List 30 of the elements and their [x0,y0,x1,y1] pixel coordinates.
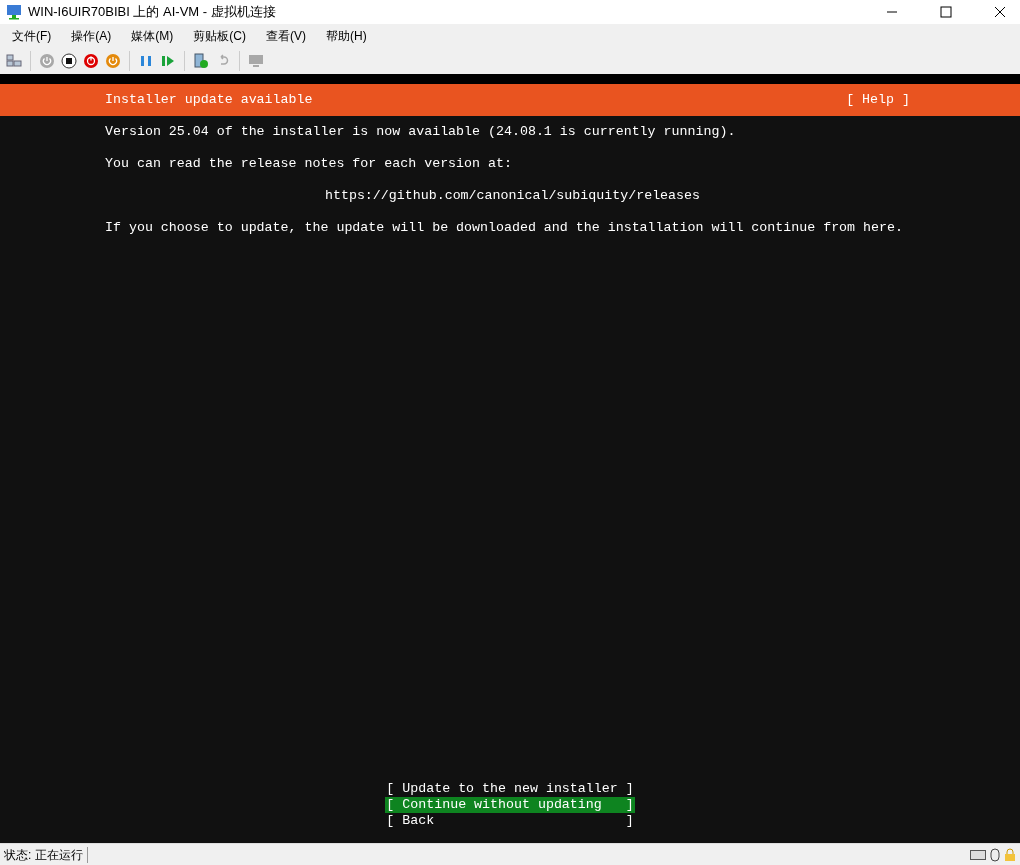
option-button[interactable]: [ Back ] [385,813,635,829]
close-icon[interactable] [994,6,1006,18]
menu-item[interactable]: 查看(V) [266,27,306,45]
menu-item[interactable]: 操作(A) [71,27,112,45]
body-text: https://github.com/canonical/subiquity/releases [324,188,700,204]
checkpoint-icon[interactable] [193,53,209,69]
window-title: WIN-I6UIR70BIBI 上的 AI-VM - 虚拟机连接 [28,3,276,22]
power-icon[interactable] [105,53,121,69]
power-icon[interactable] [83,53,99,69]
header-title: Installer update available [105,91,313,110]
body-text: You can read the release notes for each version at: [105,156,512,172]
menu-item[interactable]: 帮助(H) [326,27,367,45]
lock-icon [1004,847,1016,862]
ctrl-alt-del-icon[interactable] [6,53,22,69]
menu-item[interactable]: 剪贴板(C) [193,27,246,45]
option-button[interactable]: [ Update to the new installer ] [385,781,635,797]
option-button[interactable]: [ Continue without updating ] [385,797,635,813]
body-text: If you choose to update, the update will be downloaded and the installation will continue from here. [105,220,903,236]
maximize-icon[interactable] [940,6,952,18]
mouse-icon [990,847,1000,862]
stop-icon[interactable] [61,53,77,69]
play-icon[interactable] [160,53,176,69]
app-icon [6,4,22,20]
menu-item[interactable]: 文件(F) [12,27,52,45]
body-text: Version 25.04 of the installer is now available (24.08.1 is currently running). [105,124,736,140]
keyboard-icon [970,848,986,861]
help-button[interactable]: [ Help ] [846,90,910,110]
menu-item[interactable]: 媒体(M) [131,27,174,45]
pause-icon[interactable] [138,53,154,69]
status-text: 状态: 正在运行 [0,846,88,863]
